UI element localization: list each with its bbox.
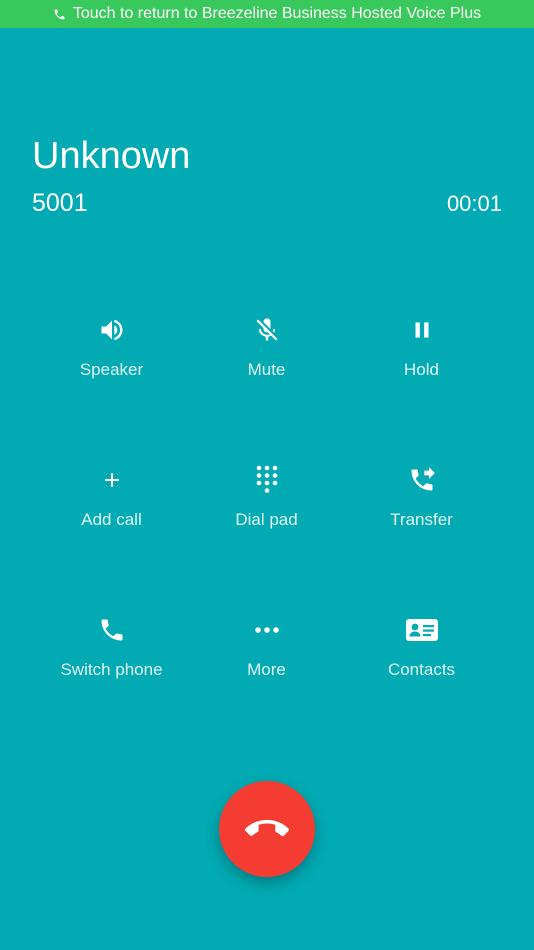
call-timer: 00:01: [446, 191, 502, 216]
more-button[interactable]: More: [189, 600, 344, 750]
speaker-label: Speaker: [79, 360, 144, 379]
speaker-icon: [96, 314, 128, 346]
add-call-label: Add call: [81, 510, 142, 529]
switch-phone-button[interactable]: Switch phone: [34, 600, 189, 750]
speaker-button[interactable]: Speaker: [34, 300, 189, 450]
dialpad-icon: [251, 464, 283, 496]
return-banner-text: Touch to return to Breezeline Business H…: [72, 5, 482, 22]
caller-number: 5001: [32, 189, 88, 217]
mute-button[interactable]: Mute: [189, 300, 344, 450]
hold-label: Hold: [404, 360, 439, 379]
add-call-button[interactable]: Add call: [34, 450, 189, 600]
switch-phone-label: Switch phone: [60, 660, 163, 679]
call-controls-grid: Speaker Mute Hold Add call Dial pad Tran…: [34, 300, 500, 750]
phone-icon: [96, 614, 128, 646]
end-call-button[interactable]: [219, 781, 315, 877]
transfer-label: Transfer: [390, 510, 453, 529]
phone-forward-icon: [406, 464, 438, 496]
pause-icon: [406, 314, 438, 346]
dial-pad-button[interactable]: Dial pad: [189, 450, 344, 600]
more-horizontal-icon: [251, 614, 283, 646]
contact-card-icon: [405, 614, 438, 646]
plus-icon: [96, 464, 128, 496]
end-call-icon: [245, 807, 289, 851]
transfer-button[interactable]: Transfer: [344, 450, 499, 600]
dial-pad-label: Dial pad: [235, 510, 298, 529]
mic-off-icon: [251, 314, 283, 346]
hold-button[interactable]: Hold: [344, 300, 499, 450]
phone-icon: [53, 8, 66, 21]
in-call-screen: Touch to return to Breezeline Business H…: [0, 0, 534, 950]
contacts-button[interactable]: Contacts: [344, 600, 499, 750]
mute-label: Mute: [247, 360, 286, 379]
caller-name: Unknown: [32, 135, 191, 177]
contacts-label: Contacts: [387, 660, 456, 679]
more-label: More: [247, 660, 286, 679]
return-to-app-banner[interactable]: Touch to return to Breezeline Business H…: [0, 0, 534, 28]
